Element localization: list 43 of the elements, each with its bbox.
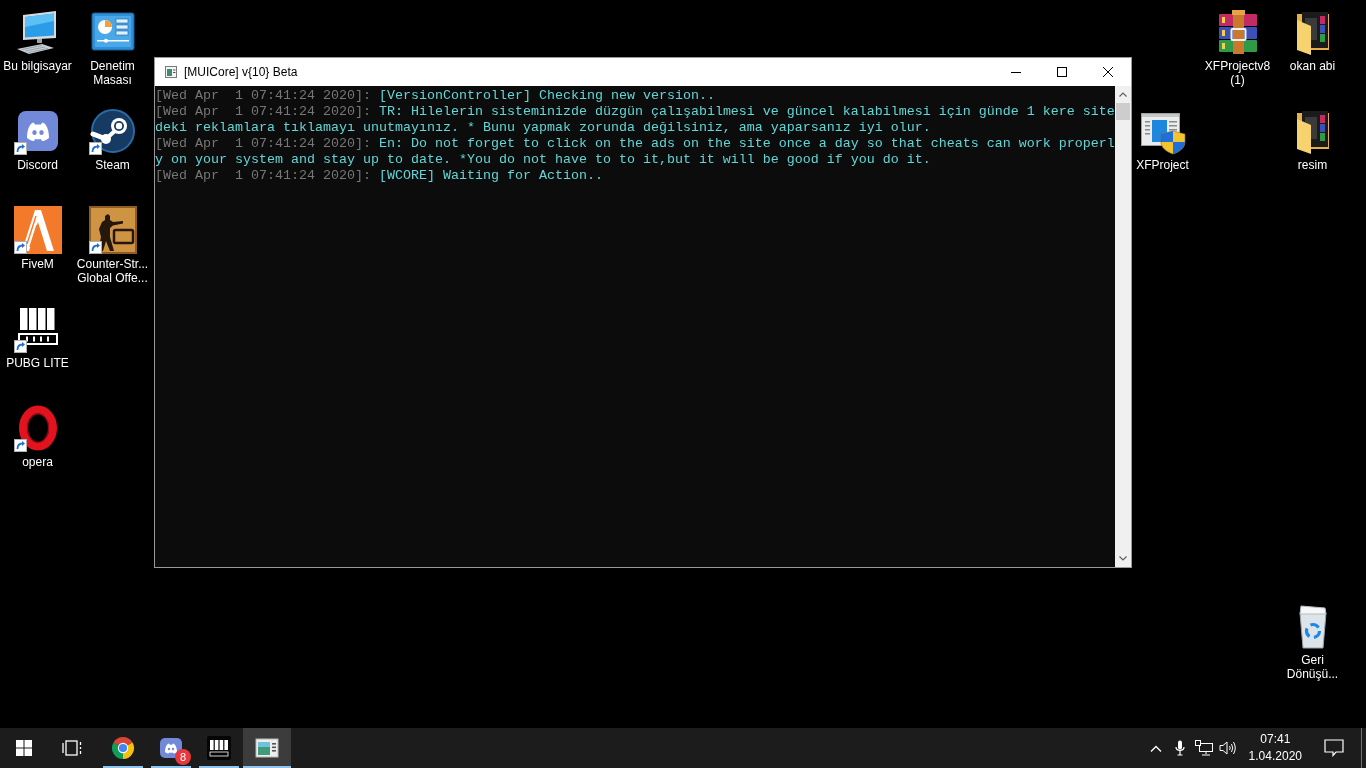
scrollbar[interactable]	[1115, 86, 1131, 567]
desktop-item-label[interactable]: XFProjectv8 (1)	[1200, 59, 1275, 87]
desktop-item-label[interactable]: FiveM	[21, 257, 54, 271]
soldier-logo-icon[interactable]	[88, 206, 137, 254]
window-title: [MUICore] v{10} Beta	[184, 65, 298, 79]
fivem-logo-icon[interactable]	[13, 206, 62, 254]
windows-logo-icon	[16, 740, 32, 756]
desktop-item-label[interactable]: Discord	[17, 158, 58, 172]
chat-bubble-icon	[1324, 739, 1344, 757]
desktop-item-label[interactable]: PUBG LITE	[6, 356, 69, 370]
desktop-item-label[interactable]: Geri Dönüşü...	[1275, 653, 1350, 681]
maximize-icon	[1057, 67, 1067, 77]
chevron-up-icon	[1119, 92, 1127, 97]
desktop-item-label[interactable]: resim	[1297, 158, 1328, 172]
chevron-down-icon	[1119, 556, 1127, 561]
microphone-icon	[1174, 740, 1185, 756]
close-icon	[1103, 67, 1113, 77]
volume-icon	[1218, 740, 1237, 756]
desktop-item-label[interactable]: okan abi	[1289, 59, 1336, 73]
desktop-item-label[interactable]: XFProject	[1136, 158, 1189, 172]
log-line: [Wed Apr 1 07:41:24 2020]: [WCORE] Waiting for Action..	[155, 168, 604, 184]
task-view-icon	[62, 740, 82, 756]
chevron-up-icon	[1149, 744, 1162, 752]
log-line: [Wed Apr 1 07:41:24 2020]: [VersionController] Checking new version..	[155, 88, 716, 104]
minimize-icon	[1011, 71, 1021, 73]
log-line: [Wed Apr 1 07:41:24 2020]: En: Do not forget to click on the ads on the site once a day so that cheats can work properly on your system and stay up to date. *You do not have to to it,but it will be good if you do it.	[155, 136, 1115, 168]
clock-button[interactable]: 07:41 1.04.2020	[1243, 728, 1307, 768]
steam-logo-icon[interactable]	[88, 107, 137, 155]
desktop-item-label[interactable]: Denetim Masası	[75, 59, 150, 87]
log-line: [Wed Apr 1 07:41:24 2020]: TR: Hilelerin sisteminizde düzgün çalışabilmesi ve güncel kalabilmesi için günde 1 kere sitedeki reklamlara tıklamayı unutmayınız. * Bunu yapmak zorunda değilsiniz, ama yaparsanız iyi olur.	[155, 104, 1115, 136]
scrollbar-thumb[interactable]	[1116, 103, 1130, 120]
desktop-item-label[interactable]: Bu bilgisayar	[3, 59, 72, 73]
chrome-logo-icon	[111, 736, 135, 760]
console-app-icon	[165, 66, 177, 78]
pubg-logo-icon	[207, 736, 231, 760]
desktop-item-label[interactable]: opera	[22, 455, 53, 469]
taskbar-app-button[interactable]: 8	[147, 728, 195, 768]
network-icon	[1194, 740, 1213, 756]
notification-badge: 8	[175, 749, 191, 765]
desktop-item-label[interactable]: Counter-Str... Global Offe...	[75, 257, 150, 285]
console-window-icon	[255, 736, 279, 760]
desktop-item-label[interactable]: Steam	[95, 158, 130, 172]
taskbar-app-button[interactable]	[243, 728, 291, 768]
